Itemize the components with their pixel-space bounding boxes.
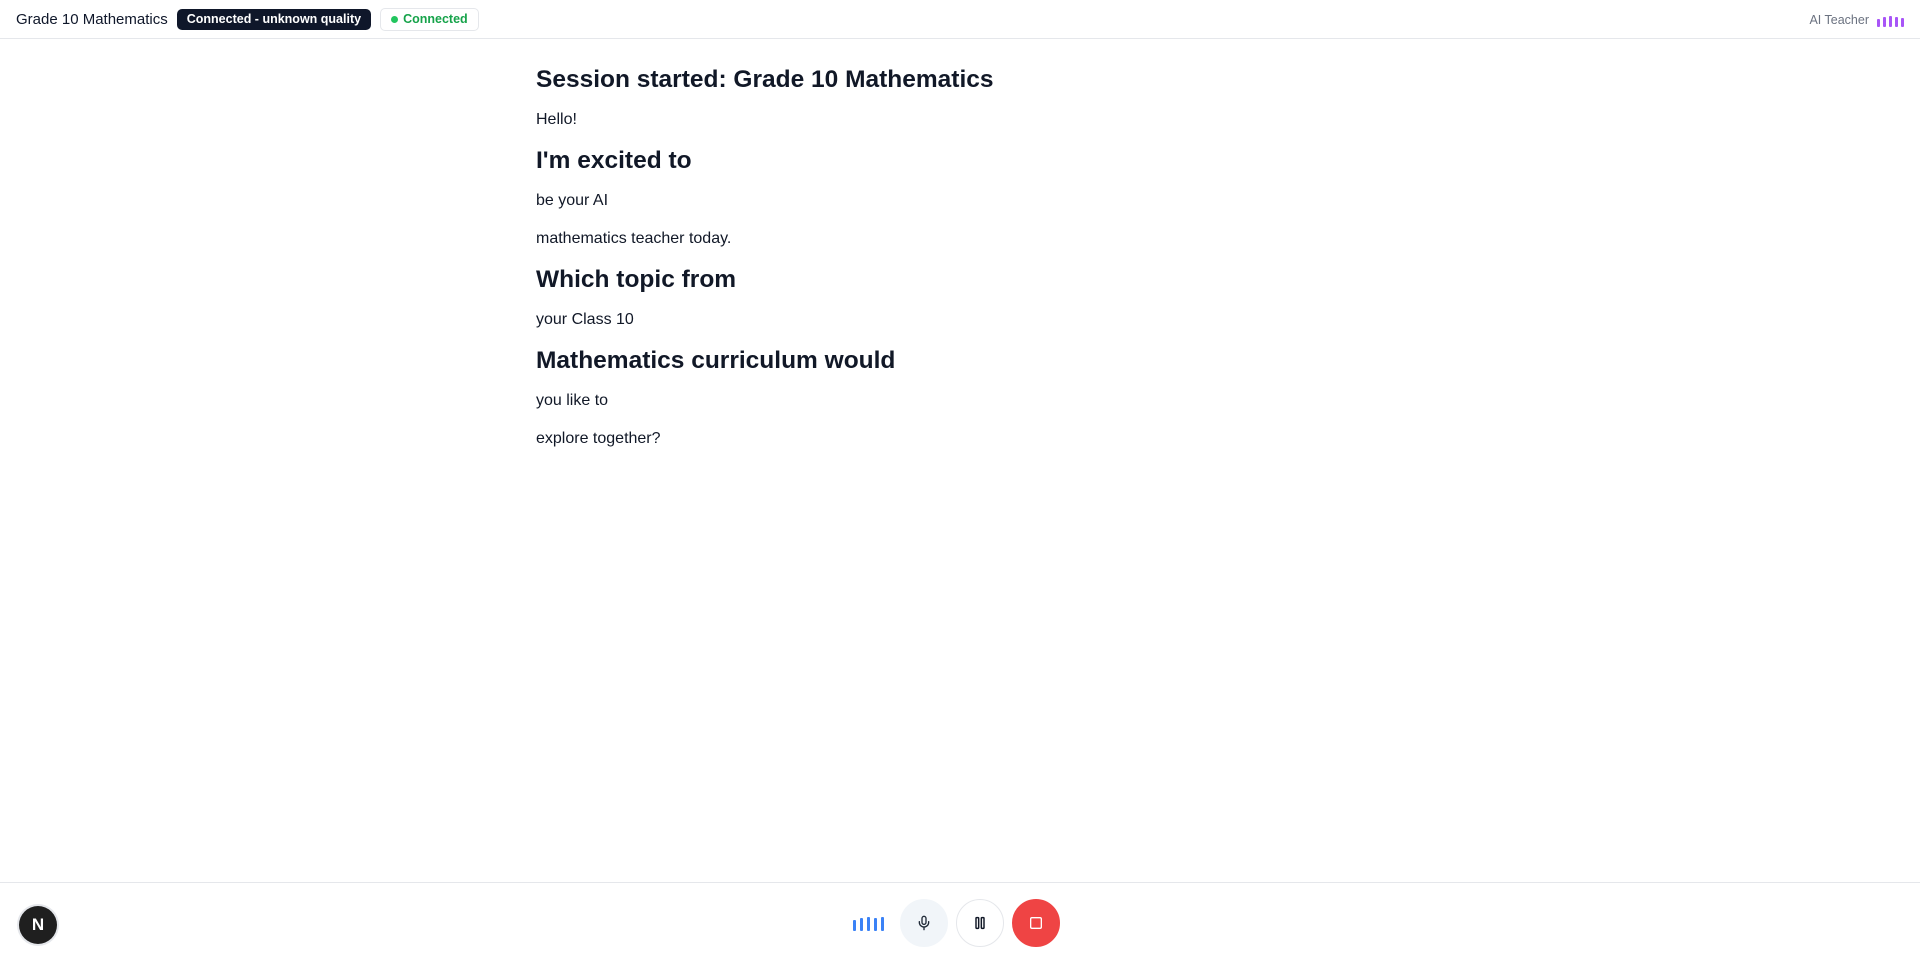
- stop-icon: [1030, 917, 1042, 929]
- control-bar: N: [0, 882, 1920, 962]
- session-title: Grade 10 Mathematics: [16, 10, 168, 28]
- connection-status-badge: Connected: [380, 7, 479, 31]
- transcript-heading: Which topic from: [536, 266, 737, 293]
- pause-button[interactable]: [956, 899, 1004, 947]
- session-controls: [853, 898, 1060, 948]
- microphone-icon: [918, 915, 930, 931]
- transcript-paragraph: you like to: [536, 392, 609, 409]
- ai-teacher-indicator: AI Teacher: [1809, 0, 1904, 39]
- transcript-paragraph: mathematics teacher today.: [536, 230, 732, 247]
- transcript-paragraph: Hello!: [536, 111, 577, 128]
- transcript-heading: Session started: Grade 10 Mathematics: [536, 66, 994, 93]
- transcript-heading: Mathematics curriculum would: [536, 347, 896, 374]
- ai-audio-waveform-icon: [1877, 13, 1904, 27]
- top-bar: Grade 10 Mathematics Connected - unknown…: [0, 0, 1920, 39]
- connection-status-label: Connected: [403, 11, 468, 26]
- transcript-paragraph: be your AI: [536, 192, 609, 209]
- transcript-paragraph: your Class 10: [536, 311, 634, 328]
- pause-icon: [975, 916, 985, 930]
- transcript-heading: I'm excited to: [536, 147, 692, 174]
- user-avatar[interactable]: N: [19, 906, 57, 944]
- ai-teacher-label: AI Teacher: [1809, 12, 1869, 27]
- connection-quality-badge: Connected - unknown quality: [176, 8, 372, 30]
- stop-session-button[interactable]: [1012, 899, 1060, 947]
- status-dot-icon: [391, 15, 399, 23]
- transcript-paragraph: explore together?: [536, 430, 661, 447]
- transcript-panel: Session started: Grade 10 Mathematics Hel…: [536, 58, 1436, 458]
- avatar-letter: N: [31, 915, 45, 934]
- mic-audio-waveform-icon: [853, 915, 884, 931]
- microphone-button[interactable]: [900, 899, 948, 947]
